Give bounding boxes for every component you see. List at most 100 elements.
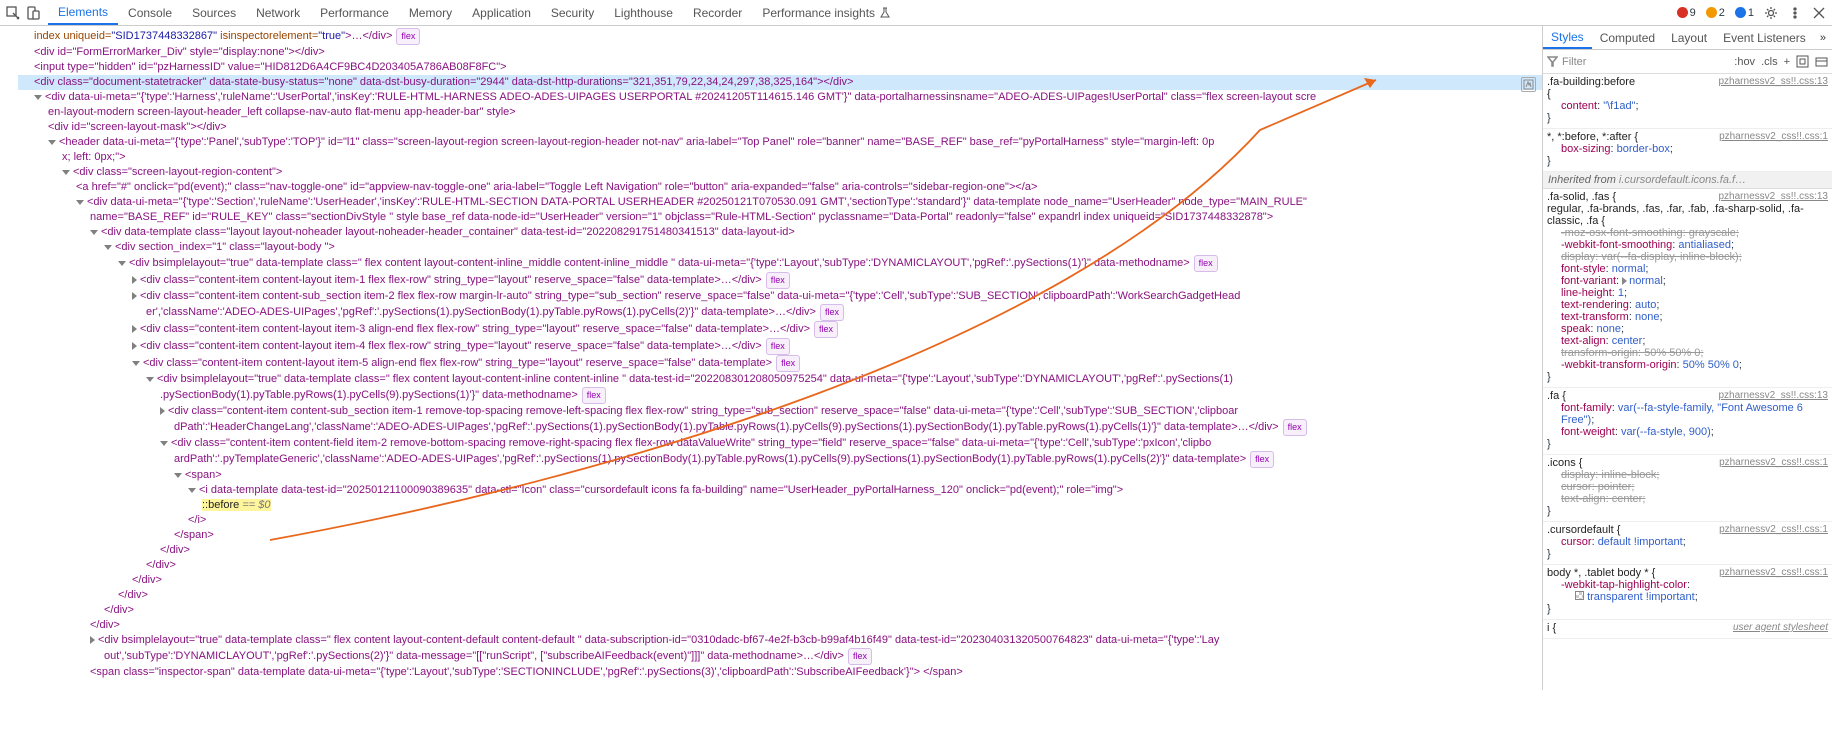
source-link[interactable]: pzharnessv2_css!!.css:1 [1719,131,1828,142]
dom-line[interactable]: </div> [18,573,1542,588]
dom-line[interactable]: <div data-ui-meta="{'type':'Harness','ru… [18,90,1542,105]
dom-line[interactable]: <div class="content-item content-sub_sec… [18,404,1542,419]
dom-line[interactable]: out','subType':'DYNAMICLAYOUT','pgRef':'… [18,648,1542,665]
expand-caret[interactable] [132,325,137,333]
css-rule[interactable]: .cursordefault {pzharnessv2_css!!.css:1 … [1543,522,1832,565]
dom-line[interactable]: <div class="content-item content-layout … [18,338,1542,355]
css-rule[interactable]: .fa {pzharnessv2_ss!!.css:13 font-family… [1543,388,1832,455]
tab-application[interactable]: Application [462,0,541,25]
dom-line[interactable]: <i data-template data-test-id="202501211… [18,483,1542,498]
dom-line[interactable]: <div data-ui-meta="{'type':'Section','ru… [18,195,1542,210]
flex-badge[interactable]: flex [820,304,844,321]
flex-badge[interactable]: flex [582,387,606,404]
issue-counters[interactable]: 9 2 1 [1677,7,1754,19]
settings-icon[interactable] [1764,6,1778,20]
tab-event-listeners[interactable]: Event Listeners [1715,26,1814,49]
dom-line[interactable]: <input type="hidden" id="pzHarnessID" va… [18,60,1542,75]
dom-line[interactable]: dPath':'HeaderChangeLang','className':'A… [18,419,1542,436]
source-link[interactable]: pzharnessv2_css!!.css:1 [1719,524,1828,535]
dom-line-hovered[interactable]: <div class="document-statetracker" data-… [18,75,1542,90]
dom-line[interactable]: <div class="content-item content-layout … [18,321,1542,338]
expand-caret[interactable] [104,245,112,250]
close-icon[interactable] [1812,6,1826,20]
source-link[interactable]: pzharnessv2_ss!!.css:13 [1719,390,1829,401]
dom-line[interactable]: </div> [18,618,1542,633]
dom-line[interactable]: <header data-ui-meta="{'type':'Panel','s… [18,135,1542,150]
dom-line[interactable]: <div class="content-item content-layout … [18,272,1542,289]
tab-styles[interactable]: Styles [1543,26,1592,49]
expand-caret[interactable] [146,377,154,382]
flex-badge[interactable]: flex [1283,419,1307,436]
expand-caret[interactable] [34,95,42,100]
rendering-icon[interactable] [1815,55,1828,68]
tab-performance[interactable]: Performance [310,0,399,25]
dom-line[interactable]: </span> [18,528,1542,543]
dom-line[interactable]: <div section_index="1" class="layout-bod… [18,240,1542,255]
dom-line[interactable]: <div class="content-item content-layout … [18,355,1542,372]
device-toolbar-icon[interactable] [26,6,40,20]
flex-badge[interactable]: flex [766,272,790,289]
dom-line[interactable]: x; left: 0px;"> [18,150,1542,165]
dom-line[interactable]: <div class="content-item content-field i… [18,436,1542,451]
expand-caret[interactable] [188,488,196,493]
expand-caret[interactable] [132,342,137,350]
flex-badge[interactable]: flex [766,338,790,355]
inherited-link[interactable]: i.cursordefault.icons.fa.f… [1619,174,1746,186]
dom-line[interactable]: </i> [18,513,1542,528]
expand-caret[interactable] [76,200,84,205]
dom-line[interactable]: <div data-template class="layout layout-… [18,225,1542,240]
flex-badge[interactable]: flex [776,355,800,372]
tab-recorder[interactable]: Recorder [683,0,752,25]
dom-line[interactable]: en-layout-modern screen-layout-header_le… [18,105,1542,120]
expand-triangle-icon[interactable] [1622,277,1627,285]
css-rule[interactable]: .fa-building:beforepzharnessv2_ss!!.css:… [1543,74,1832,129]
dom-line[interactable]: </div> [18,603,1542,618]
expand-caret[interactable] [118,261,126,266]
flex-badge[interactable]: flex [814,321,838,338]
flex-badge[interactable]: flex [848,648,872,665]
dom-line[interactable]: </div> [18,558,1542,573]
expand-caret[interactable] [132,292,137,300]
dom-line[interactable]: index uniqueid="SID1737448332867" isinsp… [18,28,1542,45]
flex-badge[interactable]: flex [1194,255,1218,272]
expand-caret[interactable] [90,230,98,235]
expand-caret[interactable] [132,276,137,284]
expand-caret[interactable] [160,407,165,415]
dom-line[interactable]: <div id="FormErrorMarker_Div" style="dis… [18,45,1542,60]
dom-line[interactable]: ardPath':'.pyTemplateGeneric','className… [18,451,1542,468]
dom-line[interactable]: <span> [18,468,1542,483]
cls-toggle[interactable]: .cls [1761,56,1778,68]
tab-security[interactable]: Security [541,0,604,25]
tab-memory[interactable]: Memory [399,0,462,25]
css-rule[interactable]: i {user agent stylesheet [1543,620,1832,639]
css-rule[interactable]: body *, .tablet body * {pzharnessv2_css!… [1543,565,1832,620]
source-link[interactable]: pzharnessv2_ss!!.css:13 [1719,191,1829,202]
source-link[interactable]: pzharnessv2_css!!.css:1 [1719,457,1828,468]
expand-caret[interactable] [90,636,95,644]
tab-console[interactable]: Console [118,0,182,25]
more-icon[interactable] [1788,6,1802,20]
dom-line[interactable]: <div id="screen-layout-mask"></div> [18,120,1542,135]
source-link[interactable]: pzharnessv2_ss!!.css:13 [1719,76,1829,87]
new-rule-button[interactable]: + [1784,56,1790,68]
dom-line[interactable]: <div class="content-item content-sub_sec… [18,289,1542,304]
tab-sources[interactable]: Sources [182,0,246,25]
expand-caret[interactable] [62,170,70,175]
dom-line[interactable]: <div class="screen-layout-region-content… [18,165,1542,180]
tab-network[interactable]: Network [246,0,310,25]
css-rule[interactable]: *, *:before, *:after {pzharnessv2_css!!.… [1543,129,1832,172]
tab-performance-insights[interactable]: Performance insights [752,0,901,25]
dom-line[interactable]: <div bsimplelayout="true" data-template … [18,255,1542,272]
style-rules-list[interactable]: .fa-building:beforepzharnessv2_ss!!.css:… [1543,74,1832,690]
dom-line[interactable]: <div bsimplelayout="true" data-template … [18,372,1542,387]
expand-caret[interactable] [132,361,140,366]
tab-lighthouse[interactable]: Lighthouse [604,0,683,25]
source-link[interactable]: pzharnessv2_css!!.css:1 [1719,567,1828,578]
dom-line[interactable]: <a href="#" onclick="pd(event);" class="… [18,180,1542,195]
color-swatch[interactable] [1575,591,1584,600]
expand-caret[interactable] [174,473,182,478]
dom-line[interactable]: </div> [18,588,1542,603]
flex-badge[interactable]: flex [1250,451,1274,468]
dom-line[interactable]: name="BASE_REF" id="RULE_KEY" class="sec… [18,210,1542,225]
hov-toggle[interactable]: :hov [1734,56,1755,68]
